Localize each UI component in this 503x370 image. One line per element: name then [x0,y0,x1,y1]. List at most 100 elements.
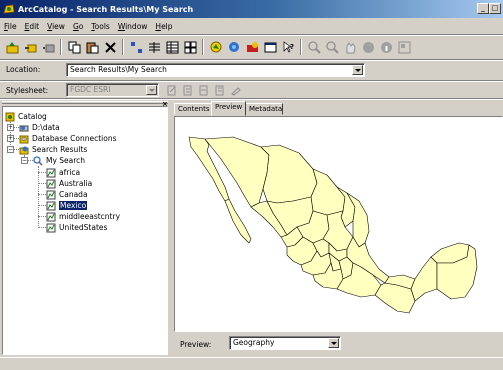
copy-button[interactable] [66,39,82,55]
minimize-button[interactable]: _ [477,3,489,14]
metadata-tools [167,85,241,96]
whats-this-button[interactable]: ? [280,39,296,55]
menu-edit[interactable]: Edit [21,22,44,31]
toolbar-separator [60,39,62,55]
tree-item-africa[interactable]: africa [46,167,80,178]
tree-item-middleeastcntry[interactable]: middleeastcntry [46,211,120,222]
disconnect-folder-button[interactable] [40,39,56,55]
connect-folder-button[interactable] [22,39,38,55]
chevron-down-icon [354,68,361,72]
search-button[interactable] [226,39,242,55]
tab-metadata[interactable]: Metadata [245,103,283,115]
collapse-toggle[interactable]: − [7,146,14,153]
menu-view[interactable]: View [43,22,69,31]
delete-button[interactable] [102,39,118,55]
maximize-button[interactable]: □ [489,3,501,14]
location-separator [0,80,503,82]
copy-icon [68,41,80,53]
paste-button[interactable] [84,39,100,55]
arctoolbox-button[interactable] [244,39,260,55]
tree-line [38,194,46,195]
tree-line [38,216,46,217]
menu-window[interactable]: Window [114,22,152,31]
location-combobox[interactable]: Search Results\My Search [66,63,365,77]
details-button[interactable] [164,39,180,55]
zoom-out-button [324,39,340,55]
preview-label: Preview: [180,340,212,349]
full-screen-button[interactable] [262,39,278,55]
toolbar-separator [300,39,302,55]
window-title: ArcCatalog - Search Results\My Search [18,4,194,14]
standard-toolbar: ? [0,36,503,58]
shapefile-icon [46,212,56,221]
tree-pane-grip[interactable] [2,101,168,104]
tree-label: africa [59,168,81,177]
large-icons-button[interactable] [128,39,144,55]
menu-go[interactable]: Go [69,22,87,31]
preview-type-combobox[interactable]: Geography [229,336,341,350]
tree-label: Catalog [18,112,47,121]
tree-line [38,172,46,173]
up-one-level-icon [6,41,18,53]
tree-item-search-results[interactable]: Search Results [19,144,87,155]
large-icons-icon [130,41,142,53]
menu-help[interactable]: Help [151,22,176,31]
expand-toggle[interactable]: + [7,124,14,131]
connect-folder-icon [24,44,36,52]
pan-icon [346,41,356,53]
chevron-down-icon [330,341,337,345]
preview-map-view[interactable] [174,116,503,332]
tree-line [38,166,39,228]
menu-tools[interactable]: Tools [87,22,113,31]
tree-label: Canada [59,190,88,199]
identify-icon [380,41,392,53]
tree-label: My Search [46,156,86,165]
menu-file[interactable]: File [0,22,21,31]
full-extent-icon [362,41,374,53]
tab-preview[interactable]: Preview [211,101,246,116]
tree-item-unitedstates[interactable]: UnitedStates [46,222,107,233]
map-state-campeche [410,256,438,302]
location-dropdown-button[interactable] [352,65,363,75]
list-button[interactable] [146,39,162,55]
zoom-out-icon [325,40,339,54]
location-bar: Location: Search Results\My Search [0,61,503,79]
tab-contents[interactable]: Contents [174,103,212,115]
list-icon [148,41,160,53]
tree-item-d-data[interactable]: D:\data [19,122,60,133]
menu-bar: File Edit View Go Tools Window Help [0,19,503,34]
import-metadata-icon [199,85,208,96]
status-bar [0,357,503,370]
tree-label: Search Results [32,145,88,154]
tree-item-database-connections[interactable]: Database Connections [19,133,117,144]
chevron-down-icon [148,88,155,92]
expand-toggle[interactable]: + [7,135,14,142]
tree-item-mexico[interactable]: Mexico [46,200,88,211]
tree-item-catalog[interactable]: Catalog [5,111,47,122]
tree-item-my-search[interactable]: My Search [33,155,85,166]
database-connections-icon [19,135,29,143]
thumbnails-button[interactable] [182,39,198,55]
details-icon [166,41,178,53]
up-one-level-button[interactable] [4,39,20,55]
tree-item-canada[interactable]: Canada [46,189,88,200]
metadata-properties-icon [183,85,192,96]
shapefile-icon [46,179,56,188]
location-label: Location: [6,65,41,74]
delete-icon [104,41,116,53]
svg-text:?: ? [290,43,294,51]
tree-line [38,227,46,228]
identify-button [378,39,394,55]
tree-item-australia[interactable]: Australia [46,178,92,189]
preview-type-dropdown-button[interactable] [328,338,339,348]
shapefile-icon [46,223,56,232]
stylesheet-combobox: FGDC ESRI [66,83,159,97]
create-thumbnail-icon [398,41,410,53]
catalog-tree: Catalog + D:\data + Database Connections… [2,106,168,355]
launch-arcmap-button[interactable] [208,39,224,55]
arccatalog-app-icon [3,4,15,14]
toolbar-separator [122,39,124,55]
search-results-icon [19,146,29,154]
collapse-toggle[interactable]: − [21,157,28,164]
tree-line [38,205,46,206]
